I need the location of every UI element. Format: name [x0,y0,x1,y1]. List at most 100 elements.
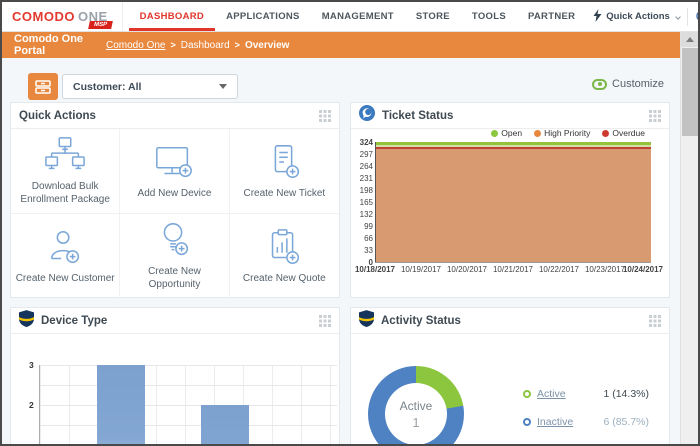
ytick: 165 [359,198,373,207]
quick-actions-menu[interactable]: Quick Actions [586,8,687,25]
legend-open: Open [491,128,522,138]
customer-filter-icon[interactable] [28,73,58,100]
scroll-up-button[interactable] [681,32,698,47]
nav-dashboard[interactable]: DASHBOARD [128,2,216,31]
comodo-one-portal-window: COMODO ONE MSP DASHBOARD APPLICATIONS MA… [0,0,700,446]
ytick: 99 [364,222,373,231]
xtick: 10/21/2017 [492,265,534,274]
stopwatch-icon [695,8,698,25]
activity-status-header: Activity Status [351,308,669,334]
quick-actions-grid: Download Bulk Enrollment Package Add New… [11,129,339,298]
tile-label: Create New Ticket [243,187,326,199]
high-priority-dot-icon [534,130,542,137]
legend-high-priority: High Priority [534,128,590,138]
main-menu: DASHBOARD APPLICATIONS MANAGEMENT STORE … [128,2,587,31]
tile-label: Add New Device [137,187,212,199]
tile-create-new-quote[interactable]: Create New Quote [230,214,339,299]
inactive-value: 6 (85.7%) [603,416,649,428]
legend-row-inactive: Inactive 6 (85.7%) [523,416,649,428]
customize-label: Customize [612,78,664,90]
customize-button[interactable]: Customize [592,78,664,90]
quick-actions-title: Quick Actions [19,109,96,122]
service-desk-icon [359,105,375,126]
device-type-panel: Device Type 3 2 [10,307,340,444]
logo-brand-text: COMODO [12,9,75,24]
archive-drawer-icon [35,79,51,94]
xtick: 10/19/2017 [400,265,442,274]
nav-applications[interactable]: APPLICATIONS [215,2,311,31]
bar-ytick: 2 [29,400,34,410]
tile-create-new-customer[interactable]: Create New Customer [11,213,121,298]
dashboard-content: Customer: All Customize Quick Actions Do… [2,58,680,444]
activity-status-panel: Activity Status Active 1 Active 1 (14.3%… [350,307,670,444]
bar-value-3 [97,365,145,444]
nav-tools[interactable]: TOOLS [461,2,517,31]
add-device-icon [156,146,193,177]
quick-actions-label: Quick Actions [606,11,670,22]
bulk-enrollment-icon [45,137,86,170]
scrollbar-thumb[interactable] [682,48,698,136]
xtick: 10/24/2017 [622,265,664,274]
ytick: 231 [359,174,373,183]
vertical-scrollbar[interactable] [680,32,698,444]
nav-management[interactable]: MANAGEMENT [311,2,405,31]
drag-handle-icon[interactable] [649,109,661,122]
ytick: 324 [359,138,373,147]
nav-partner[interactable]: PARTNER [517,2,586,31]
drag-handle-icon[interactable] [319,314,331,327]
breadcrumb-overview: Overview [244,39,290,51]
up-arrow-icon [686,37,694,42]
new-ticket-icon [274,144,300,178]
breadcrumb-bar: Comodo One Portal Comodo One > Dashboard… [2,32,680,58]
activity-status-title: Activity Status [381,314,461,327]
breadcrumb: Comodo One > Dashboard > Overview [106,40,289,51]
breadcrumb-comodo-one[interactable]: Comodo One [106,40,165,51]
legend-overdue: Overdue [602,128,645,138]
active-ring-icon [523,390,531,398]
new-quote-icon [272,228,300,264]
customize-icon [592,78,608,90]
activity-legend: Active 1 (14.3%) Inactive 6 (85.7%) [523,388,649,428]
overdue-dot-icon [602,130,610,137]
tile-create-new-ticket[interactable]: Create New Ticket [229,129,339,214]
tile-download-bulk-enrollment[interactable]: Download Bulk Enrollment Package [11,129,121,214]
new-customer-icon [51,230,80,263]
chevron-down-icon [674,13,681,20]
tile-label: Create New Quote [242,272,326,284]
customer-select[interactable]: Customer: All [62,74,238,99]
open-dot-icon [491,130,499,137]
tile-add-new-device[interactable]: Add New Device [120,129,230,214]
tile-create-new-opportunity[interactable]: Create New Opportunity [120,213,230,298]
top-navbar: COMODO ONE MSP DASHBOARD APPLICATIONS MA… [2,2,698,32]
ticket-status-panel: Ticket Status Open High Priority Overdue… [350,102,670,298]
donut-center-value: 1 [412,414,420,430]
device-type-chart [39,365,337,444]
legend-row-active: Active 1 (14.3%) [523,388,649,400]
comodo-one-logo[interactable]: COMODO ONE MSP [2,2,123,31]
bar-value-2 [201,405,249,444]
navbar-right: Quick Actions Quick Start v3.16.0 Coyote [586,2,698,31]
nav-store[interactable]: STORE [405,2,461,31]
inactive-link[interactable]: Inactive [537,416,573,428]
quick-actions-header: Quick Actions [11,103,339,129]
ytick: 297 [359,150,373,159]
itsm-shield-icon [19,309,34,332]
donut-center-text: Active 1 [368,366,464,444]
xtick: 10/18/2017 [354,265,396,274]
drag-handle-icon[interactable] [649,314,661,327]
breadcrumb-dashboard: Dashboard [180,39,230,51]
ytick: 198 [359,186,373,195]
quick-actions-panel: Quick Actions Download Bulk Enrollment P… [10,102,340,298]
ticket-legend: Open High Priority Overdue [491,128,645,138]
drag-handle-icon[interactable] [319,109,331,122]
active-value: 1 (14.3%) [603,388,649,400]
customer-select-value: Customer: All [73,80,142,93]
inactive-ring-icon [523,418,531,426]
tile-label: Create New Customer [15,272,115,284]
quick-start-button[interactable]: Quick Start [688,8,698,25]
ytick: 66 [364,234,373,243]
ytick: 132 [359,210,373,219]
active-link[interactable]: Active [537,388,566,400]
bar-ytick: 3 [29,360,34,370]
msp-badge: MSP [87,21,113,29]
